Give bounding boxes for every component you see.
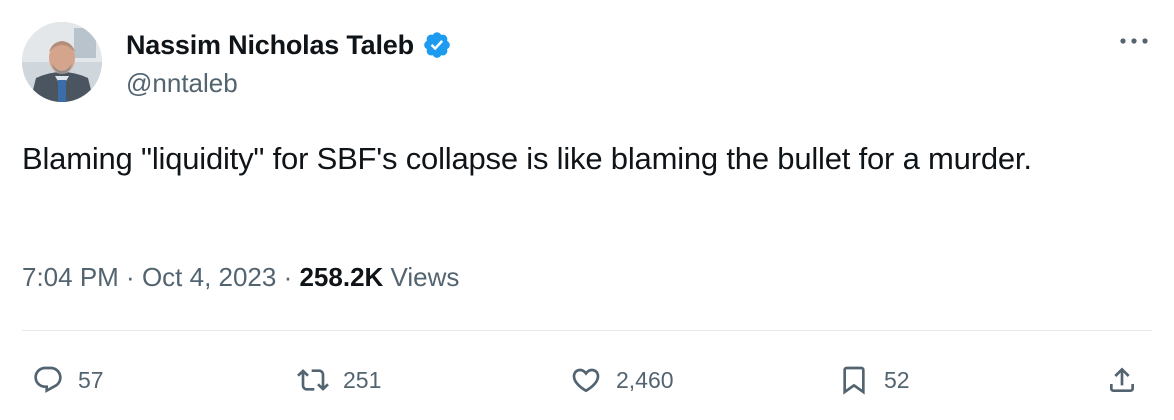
- reply-count: 57: [78, 366, 104, 393]
- avatar-image: [22, 22, 102, 102]
- heart-icon: [572, 368, 600, 393]
- verified-badge-icon[interactable]: [422, 30, 452, 60]
- tweet-text: Blaming "liquidity" for SBF's collapse i…: [22, 141, 1032, 176]
- reply-button[interactable]: 57: [32, 358, 104, 402]
- like-count: 2,460: [616, 366, 674, 393]
- author-handle[interactable]: @nntaleb: [126, 68, 238, 99]
- tweet-card: Nassim Nicholas Taleb @nntaleb Blaming "…: [0, 0, 1174, 420]
- retweet-icon: [297, 369, 329, 391]
- views-label[interactable]: Views: [383, 262, 460, 293]
- meta-separator: ·: [118, 262, 142, 292]
- like-button[interactable]: 2,460: [570, 358, 674, 402]
- bookmark-icon: [843, 366, 865, 395]
- tweet-date[interactable]: Oct 4, 2023: [142, 262, 276, 293]
- author-display-name[interactable]: Nassim Nicholas Taleb: [126, 30, 414, 61]
- tweet-time[interactable]: 7:04 PM: [22, 262, 119, 293]
- bookmark-button[interactable]: 52: [838, 358, 910, 402]
- share-icon: [1110, 367, 1134, 392]
- reply-icon: [34, 366, 62, 393]
- avatar[interactable]: [22, 22, 102, 102]
- divider: [22, 330, 1152, 331]
- more-options-icon[interactable]: [1114, 26, 1154, 56]
- meta-separator: ·: [276, 262, 300, 292]
- tweet-meta: 7:04 PM · Oct 4, 2023 · 258.2K Views: [22, 262, 459, 293]
- author-name-row: Nassim Nicholas Taleb: [126, 28, 452, 62]
- share-button[interactable]: [1106, 358, 1138, 402]
- retweet-count: 251: [343, 366, 382, 393]
- bookmark-count: 52: [884, 366, 910, 393]
- retweet-button[interactable]: 251: [297, 358, 381, 402]
- views-count[interactable]: 258.2K: [299, 262, 383, 293]
